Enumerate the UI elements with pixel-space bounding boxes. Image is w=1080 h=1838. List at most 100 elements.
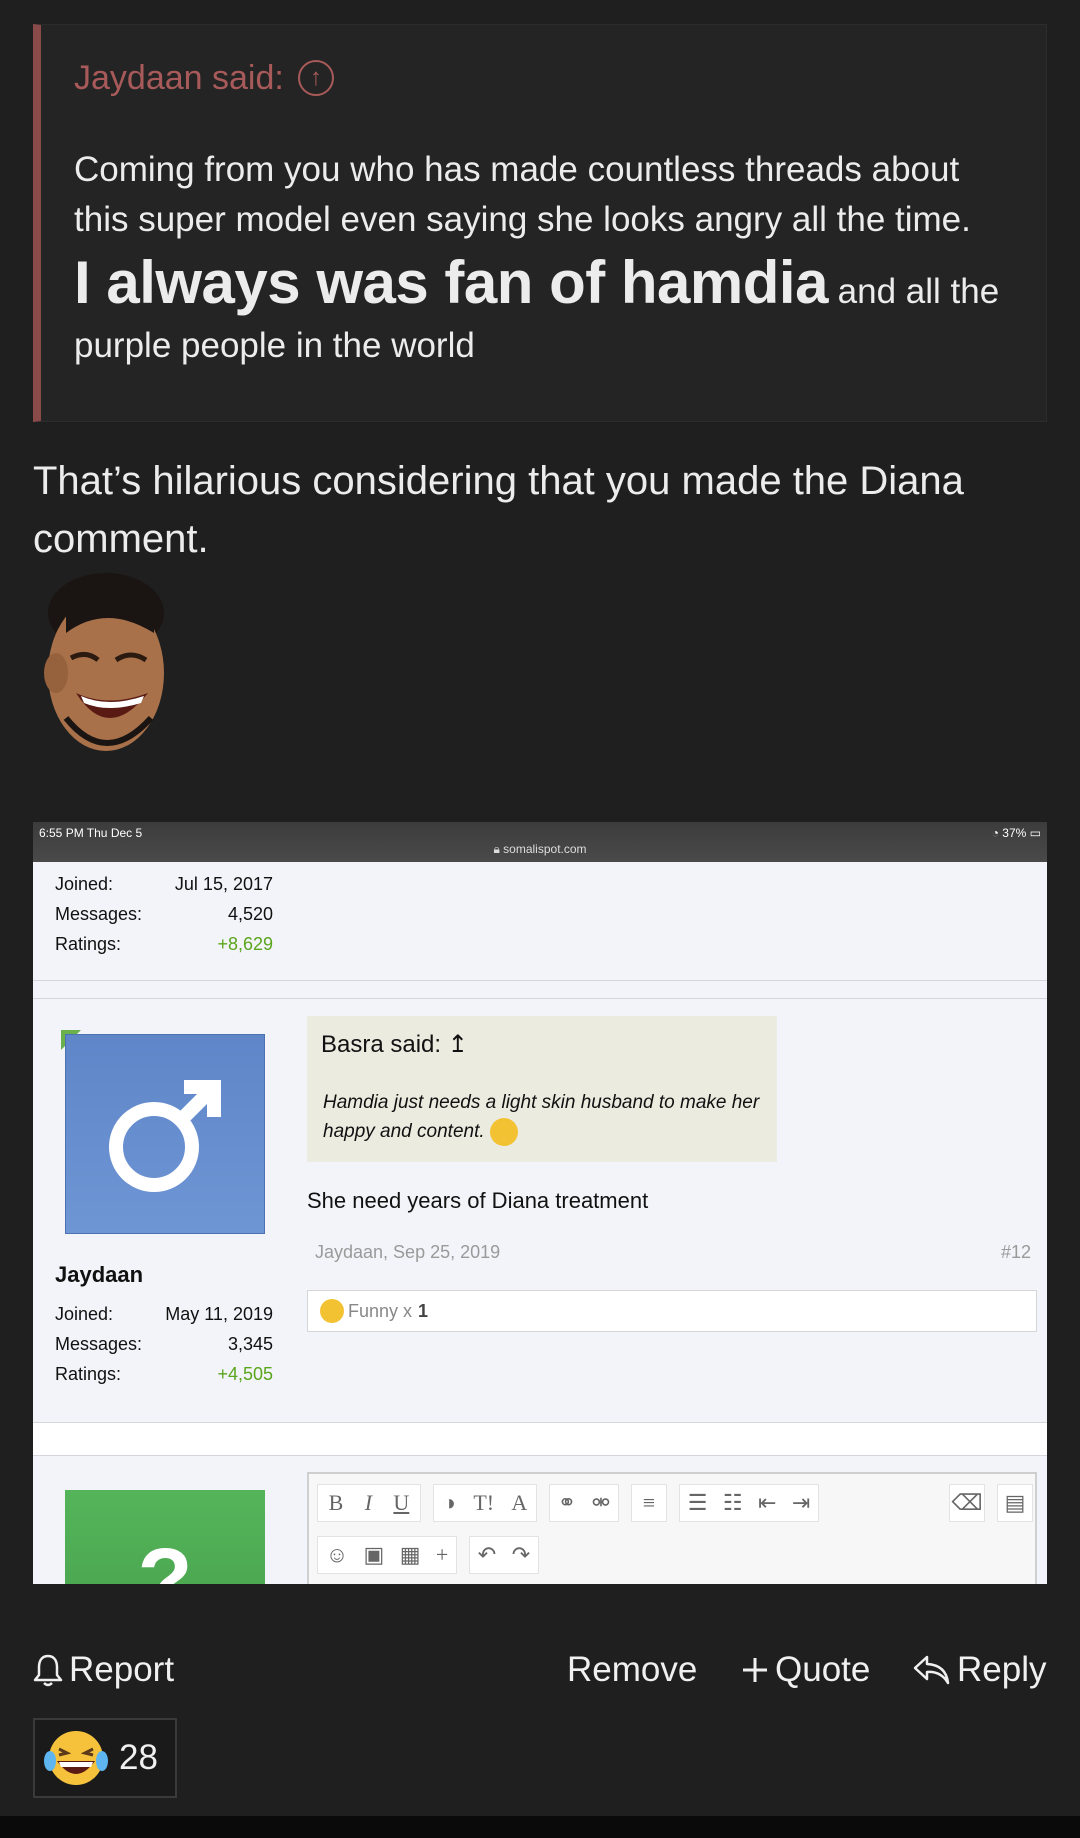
bullet-list-icon[interactable]: ☰ (688, 1490, 708, 1516)
lock-icon: 🔒︎ (493, 842, 500, 856)
laughing-crying-emoji-icon (44, 1731, 108, 1785)
quote-author[interactable]: Jaydaan said: (74, 59, 284, 98)
remove-label: Remove (567, 1650, 698, 1689)
stat-label: Ratings: (55, 934, 122, 954)
indent-icon[interactable]: ⇥ (792, 1490, 810, 1516)
format-group: BIU (317, 1484, 421, 1522)
reply-arrow-icon (913, 1655, 950, 1685)
battery-indicator: ◔ 37% ▭ (992, 826, 1041, 840)
italic-icon[interactable]: I (365, 1490, 372, 1516)
stat-label: Joined: (55, 874, 114, 894)
inner-quote: Basra said: ↥ Hamdia just needs a light … (307, 1016, 777, 1162)
arrow-up-icon[interactable]: ↥ (448, 1031, 468, 1058)
quote-header[interactable]: Jaydaan said: ↑ (41, 25, 1046, 131)
reply-text: She need years of Diana treatment (307, 1188, 649, 1213)
bold-icon[interactable]: B (329, 1490, 344, 1516)
stat-row: Ratings: +8,629 (55, 934, 273, 955)
wifi-icon: ◔ (991, 826, 1003, 840)
stat-row: Messages: 3,345 (55, 1334, 273, 1355)
laughing-emoji-icon (320, 1299, 344, 1323)
stat-row: Joined: May 11, 2019 (55, 1304, 273, 1325)
unlink-icon[interactable]: ⚮ (592, 1490, 610, 1516)
reaction-count: 28 (119, 1738, 158, 1777)
username[interactable]: Jaydaan (55, 1262, 143, 1288)
link-group: ⚭ ⚮ (549, 1484, 619, 1522)
post-author-date[interactable]: Jaydaan, Sep 25, 2019 (315, 1242, 500, 1262)
align-left-icon[interactable]: ≡ (631, 1484, 667, 1522)
media-icon[interactable]: ▦ (400, 1542, 421, 1568)
post-body-text: That’s hilarious considering that you ma… (33, 459, 964, 561)
reply-label: Reply (957, 1650, 1047, 1689)
redo-icon[interactable]: ↷ (512, 1542, 530, 1568)
arrow-up-icon[interactable]: ↑ (297, 60, 334, 96)
image-icon[interactable]: ▣ (364, 1542, 385, 1568)
contrast-icon[interactable]: ◑ (443, 1490, 456, 1516)
bell-icon (33, 1654, 63, 1687)
stat-label: Messages: (55, 1334, 143, 1354)
quote-line: Coming from you who has made countless t… (74, 150, 971, 239)
url-text: somalispot.com (503, 842, 587, 856)
post-meta: Jaydaan, Sep 25, 2019 #12 (315, 1242, 1031, 1263)
text-size-icon[interactable]: T! (473, 1490, 494, 1516)
report-button[interactable]: Report (33, 1640, 174, 1700)
report-label: Report (69, 1650, 175, 1689)
stat-label: Ratings: (55, 1364, 122, 1384)
reaction-badge[interactable]: 28 (33, 1718, 177, 1798)
link-icon[interactable]: ⚭ (558, 1490, 576, 1516)
post-number[interactable]: #12 (1001, 1242, 1031, 1263)
address-bar: 🔒︎ somalispot.com (33, 842, 1047, 857)
undo-icon[interactable]: ↶ (478, 1542, 496, 1568)
stat-row: Messages: 4,520 (55, 904, 273, 925)
plus-icon[interactable]: + (436, 1542, 448, 1568)
document-icon[interactable]: ▤ (997, 1484, 1033, 1522)
outdent-icon[interactable]: ⇤ (758, 1490, 776, 1516)
reaction-summary[interactable]: Funny x1 (307, 1290, 1037, 1332)
embedded-screenshot: 6:55 PM Thu Dec 5 ◔ 37% ▭ 🔒︎ somalispot.… (33, 822, 1047, 1584)
underline-icon[interactable]: U (393, 1490, 409, 1516)
reaction-label: Funny x (348, 1300, 413, 1321)
insert-group: ☺ ▣ ▦ + (317, 1536, 457, 1574)
stat-label: Joined: (55, 1304, 114, 1324)
quote-block: Jaydaan said: ↑ Coming from you who has … (33, 24, 1047, 422)
eraser-icon[interactable]: ⌫ (949, 1484, 985, 1522)
stat-value: May 11, 2019 (165, 1304, 273, 1324)
post-gap (33, 1423, 1047, 1455)
rich-text-editor[interactable]: BIU ◑ T! A ⚭ ⚮ ≡ ☰ ☷ ⇤ ⇥ ⌫ ▤ ☺ ▣ ▦ + ↶ ↷ (307, 1472, 1037, 1584)
stat-value: 4,520 (227, 904, 273, 924)
ios-status-bar: 6:55 PM Thu Dec 5 ◔ 37% ▭ 🔒︎ somalispot.… (33, 822, 1047, 862)
stat-value: +8,629 (217, 934, 273, 954)
avatar[interactable]: ? (65, 1490, 265, 1584)
inner-quote-body: Hamdia just needs a light skin husband t… (323, 1088, 763, 1146)
laughing-face-meme-image (44, 573, 164, 751)
bottom-edge (0, 1816, 1080, 1838)
battery-icon: ▭ (1029, 826, 1041, 840)
divider (33, 998, 1047, 999)
battery-percent: 37% (1002, 826, 1027, 840)
inner-quote-header[interactable]: Basra said: ↥ (321, 1030, 468, 1059)
reply-button[interactable]: Reply (913, 1640, 1046, 1700)
history-group: ↶ ↷ (469, 1536, 539, 1574)
stat-value: Jul 15, 2017 (174, 874, 273, 894)
list-group: ☰ ☷ ⇤ ⇥ (679, 1484, 819, 1522)
avatar[interactable] (65, 1034, 265, 1234)
reaction-count: 1 (418, 1300, 429, 1321)
male-symbol-icon (109, 1080, 221, 1192)
style-group: ◑ T! A (433, 1484, 537, 1522)
stat-row: Joined: Jul 15, 2017 (55, 874, 273, 895)
status-time: 6:55 PM Thu Dec 5 (39, 826, 143, 840)
quote-body: Coming from you who has made countless t… (41, 145, 1046, 371)
stat-label: Messages: (55, 904, 143, 924)
smiley-icon[interactable]: ☺ (326, 1542, 348, 1568)
inner-quote-text: Hamdia just needs a light skin husband t… (323, 1092, 760, 1142)
numbered-list-icon[interactable]: ☷ (723, 1490, 743, 1516)
quote-line-2: I always was fan of hamdia and all the p… (74, 245, 1006, 371)
quote-button[interactable]: Quote (741, 1640, 870, 1700)
font-icon[interactable]: A (511, 1490, 527, 1516)
post-actions: Report Remove Quote Reply (33, 1640, 1047, 1700)
remove-button[interactable]: Remove (567, 1640, 697, 1700)
inner-quote-author[interactable]: Basra said: (321, 1031, 441, 1058)
divider (33, 1455, 1047, 1456)
quote-big-text: I always was fan of hamdia (74, 249, 828, 316)
stat-row: Ratings: +4,505 (55, 1364, 273, 1385)
stat-value: 3,345 (227, 1334, 273, 1354)
